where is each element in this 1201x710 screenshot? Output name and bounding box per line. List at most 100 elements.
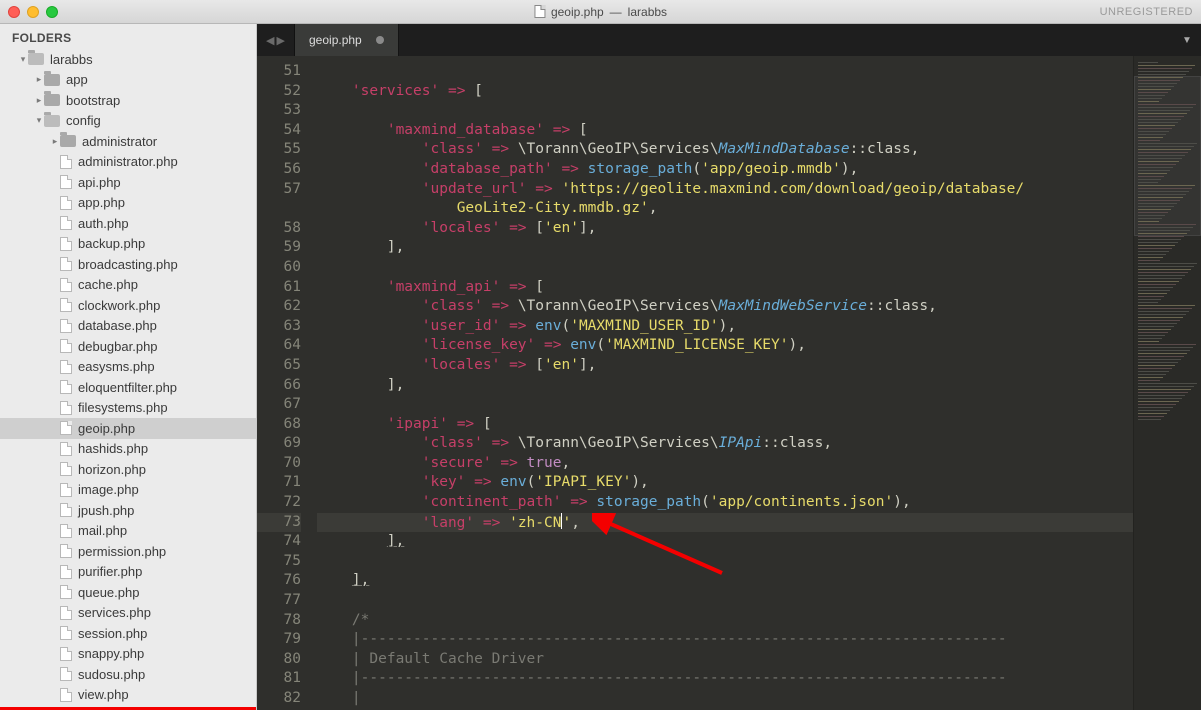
code-line[interactable]: [317, 395, 1133, 415]
code-line[interactable]: 'class' => \Torann\GeoIP\Services\MaxMin…: [317, 297, 1133, 317]
code-line[interactable]: 'class' => \Torann\GeoIP\Services\MaxMin…: [317, 140, 1133, 160]
line-number[interactable]: 60: [257, 258, 301, 278]
file-item[interactable]: auth.php: [0, 213, 256, 234]
file-item[interactable]: database.php: [0, 316, 256, 337]
code-line[interactable]: 'update_url' => 'https://geolite.maxmind…: [317, 180, 1133, 200]
minimize-window-button[interactable]: [27, 6, 39, 18]
nav-back-icon[interactable]: ◀: [266, 34, 274, 47]
line-number[interactable]: 57: [257, 180, 301, 200]
line-number[interactable]: 74: [257, 532, 301, 552]
zoom-window-button[interactable]: [46, 6, 58, 18]
code-line[interactable]: 'maxmind_database' => [: [317, 121, 1133, 141]
close-window-button[interactable]: [8, 6, 20, 18]
line-number[interactable]: 77: [257, 591, 301, 611]
code-line[interactable]: ],: [317, 571, 1133, 591]
line-number[interactable]: 52: [257, 82, 301, 102]
code-area[interactable]: 5152535455565758596061626364656667686970…: [257, 56, 1201, 710]
code-line[interactable]: 'secure' => true,: [317, 454, 1133, 474]
minimap[interactable]: [1133, 56, 1201, 710]
folder-item[interactable]: ▾larabbs: [0, 49, 256, 70]
line-number[interactable]: 54: [257, 121, 301, 141]
line-number[interactable]: 66: [257, 376, 301, 396]
disclosure-arrow-icon[interactable]: ▸: [50, 136, 60, 147]
folder-item[interactable]: ▸administrator: [0, 131, 256, 152]
code-line[interactable]: 'key' => env('IPAPI_KEY'),: [317, 473, 1133, 493]
line-number[interactable]: 69: [257, 434, 301, 454]
tab-overflow-button[interactable]: ▼: [1173, 24, 1201, 56]
code-line[interactable]: ],: [317, 376, 1133, 396]
line-number[interactable]: 51: [257, 62, 301, 82]
file-item[interactable]: geoip.php: [0, 418, 256, 439]
line-number[interactable]: 55: [257, 140, 301, 160]
code-line[interactable]: [317, 62, 1133, 82]
line-number-gutter[interactable]: 5152535455565758596061626364656667686970…: [257, 56, 311, 710]
file-item[interactable]: debugbar.php: [0, 336, 256, 357]
line-number[interactable]: 71: [257, 473, 301, 493]
line-number[interactable]: 78: [257, 611, 301, 631]
code-line[interactable]: ],: [317, 532, 1133, 552]
code-line[interactable]: 'ipapi' => [: [317, 415, 1133, 435]
file-item[interactable]: view.php: [0, 685, 256, 706]
file-item[interactable]: filesystems.php: [0, 398, 256, 419]
code-line[interactable]: [317, 552, 1133, 572]
code-line[interactable]: 'maxmind_api' => [: [317, 278, 1133, 298]
line-number[interactable]: 82: [257, 689, 301, 709]
file-item[interactable]: permission.php: [0, 541, 256, 562]
nav-forward-icon[interactable]: ▶: [277, 34, 285, 47]
line-number[interactable]: 61: [257, 278, 301, 298]
line-number[interactable]: 67: [257, 395, 301, 415]
file-item[interactable]: backup.php: [0, 234, 256, 255]
code-line[interactable]: 'user_id' => env('MAXMIND_USER_ID'),: [317, 317, 1133, 337]
file-item[interactable]: jpush.php: [0, 500, 256, 521]
disclosure-arrow-icon[interactable]: ▾: [34, 115, 44, 126]
line-number[interactable]: 76: [257, 571, 301, 591]
file-item[interactable]: easysms.php: [0, 357, 256, 378]
line-number[interactable]: 56: [257, 160, 301, 180]
code-text[interactable]: 'services' => [ 'maxmind_database' => [ …: [311, 56, 1133, 710]
file-item[interactable]: queue.php: [0, 582, 256, 603]
disclosure-arrow-icon[interactable]: ▾: [18, 54, 28, 65]
code-line[interactable]: | Default Cache Driver: [317, 650, 1133, 670]
disclosure-arrow-icon[interactable]: ▸: [34, 74, 44, 85]
line-number[interactable]: 75: [257, 552, 301, 572]
tab-active[interactable]: geoip.php: [295, 24, 399, 56]
file-item[interactable]: api.php: [0, 172, 256, 193]
folder-item[interactable]: ▾config: [0, 111, 256, 132]
tab-history-nav[interactable]: ◀ ▶: [257, 24, 295, 56]
file-item[interactable]: broadcasting.php: [0, 254, 256, 275]
line-number[interactable]: 79: [257, 630, 301, 650]
disclosure-arrow-icon[interactable]: ▸: [34, 95, 44, 106]
line-number[interactable]: 65: [257, 356, 301, 376]
file-tree[interactable]: ▾larabbs▸app▸bootstrap▾config▸administra…: [0, 49, 256, 707]
line-number[interactable]: 62: [257, 297, 301, 317]
file-item[interactable]: image.php: [0, 480, 256, 501]
code-line[interactable]: 'class' => \Torann\GeoIP\Services\IPApi:…: [317, 434, 1133, 454]
code-line[interactable]: [317, 101, 1133, 121]
code-line[interactable]: 'continent_path' => storage_path('app/co…: [317, 493, 1133, 513]
folder-item[interactable]: ▸app: [0, 70, 256, 91]
file-item[interactable]: hashids.php: [0, 439, 256, 460]
line-number[interactable]: [257, 199, 301, 219]
line-number[interactable]: 70: [257, 454, 301, 474]
file-item[interactable]: snappy.php: [0, 644, 256, 665]
file-item[interactable]: services.php: [0, 603, 256, 624]
file-item[interactable]: mail.php: [0, 521, 256, 542]
code-line[interactable]: 'database_path' => storage_path('app/geo…: [317, 160, 1133, 180]
file-item[interactable]: session.php: [0, 623, 256, 644]
file-item[interactable]: sudosu.php: [0, 664, 256, 685]
file-item[interactable]: purifier.php: [0, 562, 256, 583]
code-line[interactable]: [317, 258, 1133, 278]
line-number[interactable]: 80: [257, 650, 301, 670]
file-item[interactable]: cache.php: [0, 275, 256, 296]
folder-item[interactable]: ▸bootstrap: [0, 90, 256, 111]
code-line[interactable]: GeoLite2-City.mmdb.gz',: [317, 199, 1133, 219]
code-line[interactable]: 'services' => [: [317, 82, 1133, 102]
line-number[interactable]: 63: [257, 317, 301, 337]
line-number[interactable]: 72: [257, 493, 301, 513]
line-number[interactable]: 58: [257, 219, 301, 239]
code-line[interactable]: 'license_key' => env('MAXMIND_LICENSE_KE…: [317, 336, 1133, 356]
file-item[interactable]: horizon.php: [0, 459, 256, 480]
line-number[interactable]: 81: [257, 669, 301, 689]
code-line[interactable]: /*: [317, 611, 1133, 631]
line-number[interactable]: 53: [257, 101, 301, 121]
